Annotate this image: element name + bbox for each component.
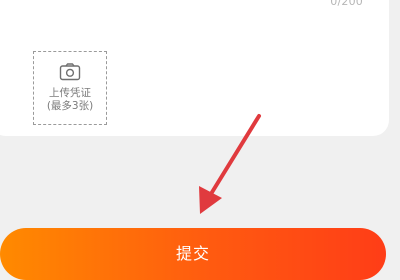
upload-proof-button[interactable]: 上传凭证 (最多3张) — [33, 51, 107, 125]
char-counter: 0/200 — [330, 0, 363, 8]
camera-icon — [59, 63, 81, 81]
upload-limit-hint: (最多3张) — [46, 100, 94, 112]
upload-label: 上传凭证 — [49, 87, 91, 99]
submit-button[interactable]: 提交 — [0, 228, 386, 280]
submit-label: 提交 — [175, 244, 210, 263]
